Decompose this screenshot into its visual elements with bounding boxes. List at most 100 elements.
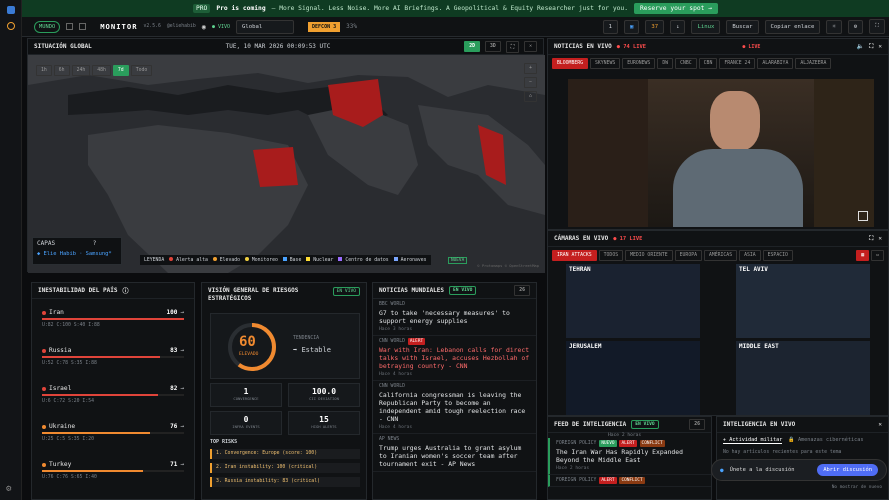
score-button[interactable]: 37 <box>645 19 665 34</box>
zoom-out-button[interactable]: − <box>524 77 537 88</box>
filter-24h[interactable]: 24h <box>71 65 91 76</box>
cam-tab[interactable]: ESPACIO <box>762 250 793 261</box>
country-row[interactable]: Israel 82 → U:6 C:72 S:20 I:54 <box>42 385 184 423</box>
pro-badge: PRO <box>192 4 211 13</box>
cam-jerusalem[interactable]: JERUSALEM <box>566 341 700 415</box>
expand-icon[interactable]: ⛶ <box>869 43 873 51</box>
country-row[interactable]: Ukraine 76 → U:25 C:5 S:35 I:20 <box>42 423 184 461</box>
top-risk-item[interactable]: 1. Convergence: Europe (score: 100) <box>210 449 360 459</box>
close-icon[interactable]: ✕ <box>878 421 882 428</box>
filter-48h[interactable]: 48h <box>92 65 111 76</box>
count-badge[interactable]: 1 <box>602 19 618 34</box>
tab-cyber[interactable]: 🔒 Amenazas cibernéticas <box>788 437 863 444</box>
version-label: v2.5.6 <box>143 24 161 29</box>
close-icon[interactable]: ✕ <box>878 43 882 50</box>
region-select[interactable]: Global <box>236 19 295 34</box>
cam-tab[interactable]: TODOS <box>598 250 624 261</box>
download-icon[interactable]: ↓ <box>670 19 686 34</box>
cam-tab[interactable]: ASIA <box>739 250 761 261</box>
map-title: SITUACIÓN GLOBAL <box>34 43 92 50</box>
mode-toggle[interactable]: MUNDO <box>34 20 61 33</box>
grid-view-icon[interactable]: ▦ <box>856 250 870 261</box>
channel-tab[interactable]: CBN <box>698 58 718 69</box>
list-view-icon[interactable]: ▭ <box>871 250 884 261</box>
intel-tabs: ✈ Actividad militar 🔒 Amenazas cibernéti… <box>717 433 888 448</box>
grid-icon[interactable] <box>66 23 74 30</box>
cams-live-count: ● 17 LIVE <box>613 235 643 242</box>
tab-military[interactable]: ✈ Actividad militar <box>723 437 783 444</box>
trend-label: TENDENCIA <box>293 336 319 341</box>
filter-7d[interactable]: 7d <box>112 65 129 76</box>
mode-3d-button[interactable]: 3D <box>484 41 501 52</box>
cam-tab[interactable]: AMÉRICAS <box>703 250 738 261</box>
channel-tab[interactable]: ALJAZEERA <box>795 58 832 69</box>
video-player[interactable] <box>568 79 874 227</box>
risk-score-card: 60 ELEVADO TENDENCIA ➡ Estable <box>210 313 360 379</box>
panel-icon[interactable] <box>79 23 87 30</box>
channel-tab[interactable]: SKYNEWS <box>590 58 621 69</box>
close-map-icon[interactable]: ✕ <box>524 41 537 52</box>
nueva-badge: NUEVA <box>448 257 468 264</box>
cam-tehran[interactable]: TEHRAN <box>566 264 700 338</box>
country-row[interactable]: Turkey 71 → U:76 C:76 S:65 I:40 <box>42 461 184 499</box>
home-icon[interactable]: ⌂ <box>524 91 537 102</box>
cam-tab[interactable]: IRAN ATTACKS <box>552 250 597 261</box>
cam-tel-aviv[interactable]: TEL AVIV <box>736 264 870 338</box>
github-icon[interactable]: ◉ <box>202 23 206 31</box>
legend-item: Aeronaves <box>393 257 427 263</box>
video-presenter-body <box>673 149 803 227</box>
channel-tab[interactable]: ALARABIYA <box>757 58 794 69</box>
filter-1h[interactable]: 1h <box>36 65 52 76</box>
top-risk-item[interactable]: 2. Iran instability: 100 (critical) <box>210 463 360 473</box>
channel-tab[interactable]: CNBC <box>675 58 697 69</box>
layers-help-icon[interactable]: ? <box>93 240 97 247</box>
news-item[interactable]: CNN WORLD California congressman is leav… <box>373 381 536 434</box>
zoom-in-button[interactable]: + <box>524 63 537 74</box>
news-count: 26 <box>514 285 530 296</box>
channel-tab[interactable]: BLOOMBERG <box>552 58 588 69</box>
bell-icon[interactable] <box>7 22 15 30</box>
linux-button[interactable]: Linux <box>691 19 721 34</box>
intel-feed-item[interactable]: FOREIGN POLICY NUEVO ALERT CONFLICT The … <box>548 438 711 475</box>
reserve-button[interactable]: Reserve your spot → <box>634 3 719 14</box>
open-discussion-button[interactable]: Abrir discusión <box>817 464 878 476</box>
top-risk-item[interactable]: 3. Russia instability: 83 (critical) <box>210 477 360 487</box>
copy-link-button[interactable]: Copiar enlace <box>764 19 821 34</box>
live-indicator-2: ● LIVE <box>742 43 761 50</box>
channel-tab[interactable]: EURONEWS <box>622 58 656 69</box>
sun-icon[interactable]: ☼ <box>826 19 842 34</box>
legend-item: Nuclear <box>306 257 333 263</box>
country-row[interactable]: Russia 83 → U:52 C:78 S:35 I:88 <box>42 347 184 385</box>
help-icon[interactable]: ⓘ <box>122 286 128 295</box>
window-icon[interactable]: ▣ <box>623 19 640 34</box>
intel-feed-item[interactable]: FOREIGN POLICY ALERT CONFLICT <box>548 475 711 487</box>
intel-feed-count: 26 <box>689 419 705 430</box>
settings-icon[interactable]: ⚙ <box>6 484 11 494</box>
channel-tab[interactable]: DW <box>657 58 674 69</box>
volume-icon[interactable]: 🔈 <box>857 43 864 50</box>
cam-tab[interactable]: EUROPA <box>674 250 702 261</box>
expand-icon[interactable]: ⛶ <box>869 235 873 243</box>
expand-icon[interactable]: ⛶ <box>505 40 520 53</box>
live-cams-panel: CÁMARAS EN VIVO ● 17 LIVE ⛶ ✕ IRAN ATTAC… <box>547 230 889 416</box>
close-icon[interactable]: ✕ <box>878 235 882 242</box>
country-row[interactable]: Iran 100 → U:82 C:100 S:40 I:88 <box>42 309 184 347</box>
mode-2d-button[interactable]: 2D <box>464 41 480 52</box>
news-item[interactable]: BBC WORLD G7 to take 'necessary measures… <box>373 299 536 336</box>
news-item[interactable]: CNN WORLD ALERT War with Iran: Lebanon c… <box>373 336 536 381</box>
live-indicator: ● VIVO <box>211 23 231 30</box>
settings-icon-top[interactable]: ⚙ <box>847 19 864 34</box>
layers-box: CAPAS ? ◆ Elie Habib · Samsung* <box>32 237 122 265</box>
filter-all[interactable]: Todo <box>130 65 153 76</box>
filter-6h[interactable]: 6h <box>53 65 70 76</box>
search-button[interactable]: Buscar <box>726 19 759 34</box>
channel-tab[interactable]: FRANCE 24 <box>719 58 756 69</box>
news-item[interactable]: AP NEWS Trump urges Australia to grant a… <box>373 434 536 472</box>
cam-tab[interactable]: MEDIO ORIENTE <box>625 250 673 261</box>
pip-icon[interactable] <box>858 211 868 221</box>
dont-show-again-link[interactable]: No mostrar de nuevo <box>832 485 882 490</box>
legend-item: Monitoreo <box>245 257 278 263</box>
handle-label[interactable]: @eliehabib <box>167 24 196 29</box>
cam-middle-east[interactable]: MIDDLE EAST <box>736 341 870 415</box>
fullscreen-icon[interactable]: ⛶ <box>869 19 885 34</box>
